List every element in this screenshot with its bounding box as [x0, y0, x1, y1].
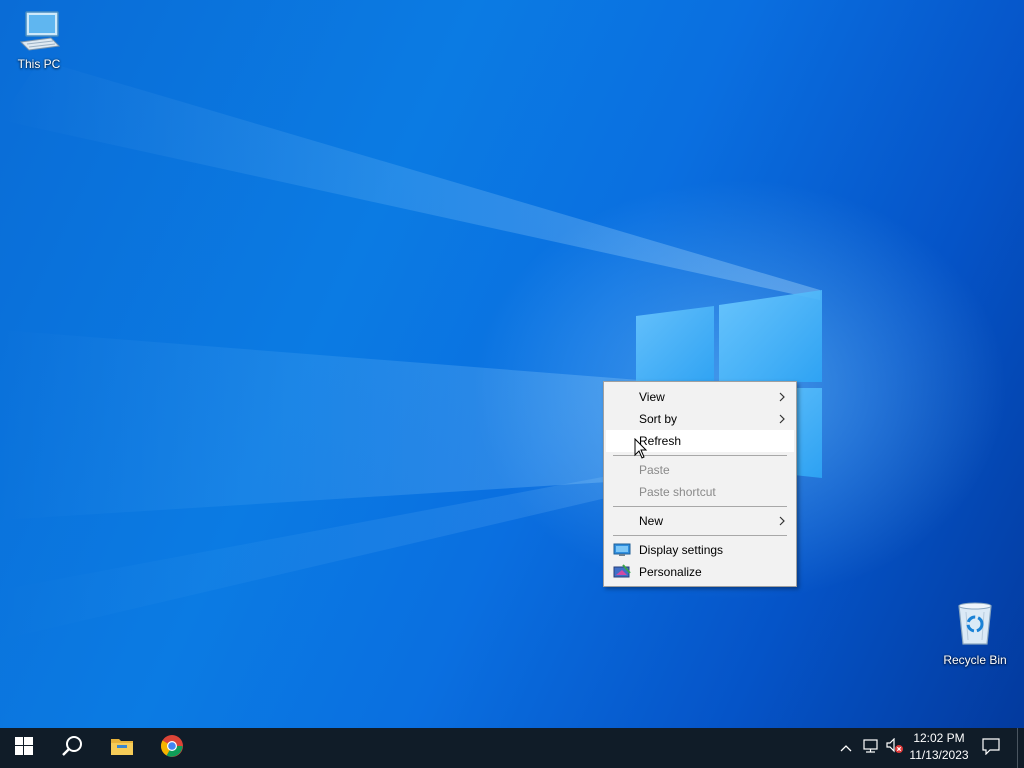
- menu-item-label: New: [639, 514, 664, 528]
- windows-logo-icon: [15, 736, 33, 760]
- wallpaper: [0, 60, 822, 640]
- desktop-context-menu: View Sort by Refresh Paste Paste shortcu…: [603, 381, 797, 587]
- clock-date: 11/13/2023: [909, 748, 969, 762]
- desktop[interactable]: This PC Recycle Bin View Sort by Refresh…: [0, 0, 1024, 728]
- menu-item-label: View: [639, 390, 665, 404]
- folder-icon: [110, 736, 134, 761]
- chevron-right-icon: [778, 510, 786, 532]
- notifications-icon: [982, 737, 1000, 760]
- recycle-bin-icon: [938, 600, 1012, 651]
- start-button[interactable]: [0, 728, 48, 768]
- menu-item-label: Personalize: [639, 565, 702, 579]
- chevron-right-icon: [778, 408, 786, 430]
- menu-item-display-settings[interactable]: Display settings: [606, 539, 794, 561]
- menu-item-new[interactable]: New: [606, 510, 794, 532]
- chevron-up-icon: [840, 739, 852, 757]
- this-pc-shortcut[interactable]: This PC: [2, 8, 76, 71]
- chrome-icon: [160, 734, 184, 763]
- action-center-button[interactable]: [976, 728, 1006, 768]
- chevron-right-icon: [778, 386, 786, 408]
- display-settings-icon: [613, 542, 631, 558]
- desktop-icon-label: Recycle Bin: [943, 653, 1007, 667]
- taskbar: 12:02 PM 11/13/2023: [0, 728, 1024, 768]
- chrome-button[interactable]: [148, 728, 196, 768]
- personalize-icon: [613, 564, 631, 580]
- menu-item-view[interactable]: View: [606, 386, 794, 408]
- mouse-cursor-icon: [634, 437, 648, 465]
- volume-button[interactable]: [884, 728, 906, 768]
- menu-separator: [613, 506, 787, 507]
- menu-item-personalize[interactable]: Personalize: [606, 561, 794, 583]
- search-icon: [61, 735, 83, 762]
- volume-muted-icon: [886, 737, 904, 759]
- taskbar-clock[interactable]: 12:02 PM 11/13/2023: [906, 730, 972, 766]
- this-pc-icon: [2, 8, 76, 55]
- search-button[interactable]: [48, 728, 96, 768]
- show-hidden-icons-button[interactable]: [836, 728, 856, 768]
- desktop-icon-label: This PC: [17, 57, 61, 71]
- menu-item-label: Paste: [639, 463, 670, 477]
- menu-item-label: Display settings: [639, 543, 724, 557]
- menu-item-label: Sort by: [639, 412, 678, 426]
- menu-item-label: Paste shortcut: [639, 485, 716, 499]
- menu-item-paste-shortcut[interactable]: Paste shortcut: [606, 481, 794, 503]
- network-icon: [862, 738, 880, 759]
- menu-separator: [613, 535, 787, 536]
- show-desktop-button[interactable]: [1017, 728, 1024, 768]
- file-explorer-button[interactable]: [98, 728, 146, 768]
- recycle-bin-shortcut[interactable]: Recycle Bin: [938, 600, 1012, 667]
- clock-time: 12:02 PM: [913, 731, 965, 745]
- menu-item-sort-by[interactable]: Sort by: [606, 408, 794, 430]
- network-button[interactable]: [860, 728, 882, 768]
